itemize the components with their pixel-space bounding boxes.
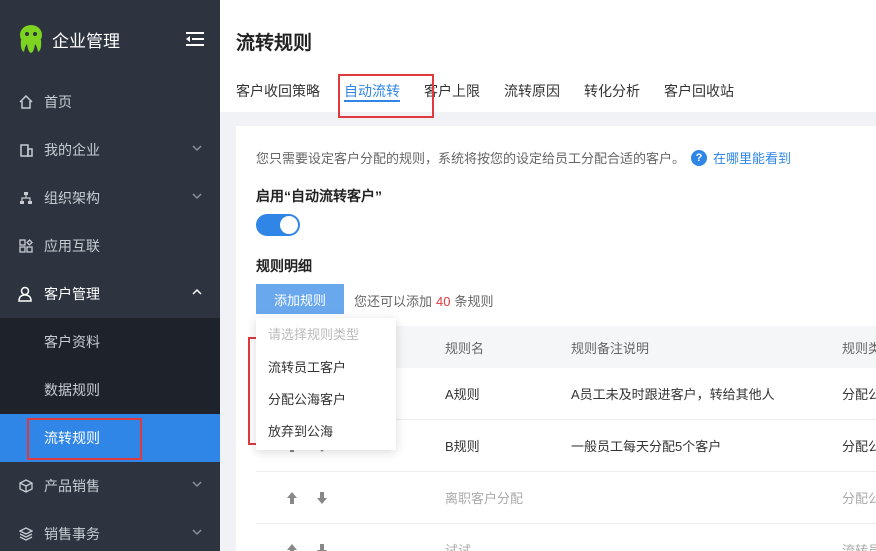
- submenu-item-flow-rules[interactable]: 流转规则: [0, 414, 220, 462]
- description: 您只需要设定客户分配的规则，系统将按您的设定给员工分配合适的客户。 ? 在哪里能…: [256, 148, 791, 167]
- box-icon: [18, 478, 34, 494]
- cell-rule-name: 离职客户分配: [445, 491, 524, 506]
- cell-rule-type: 分配公: [842, 491, 876, 506]
- sidebar: 企业管理 首页 我的企业 组织架构 应用互联 客户管理 客户资料 数据规则 流转…: [0, 0, 220, 551]
- chevron-down-icon: [192, 529, 202, 536]
- brand-header: 企业管理: [0, 0, 220, 78]
- remaining-suffix: 条规则: [454, 294, 494, 309]
- header-rule-desc: 规则备注说明: [571, 340, 650, 356]
- dropdown-placeholder: 请选择规则类型: [268, 327, 360, 342]
- cell-rule-type: 流转员: [842, 543, 876, 551]
- sidebar-item-label: 首页: [44, 94, 72, 110]
- sidebar-item-label: 我的企业: [44, 142, 100, 158]
- org-chart-icon: [18, 190, 34, 206]
- sidebar-item-label: 产品销售: [44, 478, 100, 494]
- question-icon: ?: [691, 149, 708, 166]
- add-rule-button[interactable]: 添加规则: [256, 284, 344, 314]
- sidebar-item-label: 应用互联: [44, 238, 100, 254]
- row-sort-controls: [286, 491, 328, 505]
- row-sort-controls: [286, 543, 328, 551]
- brand-name: 企业管理: [52, 31, 120, 51]
- sidebar-item-home[interactable]: 首页: [0, 78, 220, 126]
- submenu-item-customer-profile[interactable]: 客户资料: [0, 318, 220, 366]
- help-link-text: 在哪里能看到: [713, 151, 792, 166]
- collapse-menu-icon[interactable]: [186, 32, 204, 46]
- tab-customer-limit[interactable]: 客户上限: [424, 70, 480, 112]
- cell-rule-name: A规则: [445, 387, 480, 402]
- arrow-up-icon[interactable]: [286, 543, 298, 551]
- sidebar-item-label: 客户管理: [44, 286, 100, 302]
- table-row[interactable]: 试试 流转员: [256, 524, 876, 551]
- sidebar-item-sales-affairs[interactable]: 销售事务: [0, 510, 220, 551]
- tab-flow-reason[interactable]: 流转原因: [504, 70, 560, 112]
- toggle-knob: [280, 216, 298, 234]
- arrow-down-icon[interactable]: [316, 543, 328, 551]
- submenu-item-data-rules[interactable]: 数据规则: [0, 366, 220, 414]
- cell-rule-desc: 一般员工每天分配5个客户: [571, 439, 722, 454]
- dropdown-option-assign-pool[interactable]: 分配公海客户: [256, 384, 396, 416]
- chevron-down-icon: [192, 145, 202, 152]
- chevron-down-icon: [192, 481, 202, 488]
- main-content: 流转规则 客户收回策略 自动流转 客户上限 流转原因 转化分析 客户回收站 您只…: [220, 0, 876, 551]
- remaining-prefix: 您还可以添加: [354, 294, 433, 309]
- sidebar-item-label: 组织架构: [44, 190, 100, 206]
- customer-submenu: 客户资料 数据规则 流转规则: [0, 318, 220, 462]
- sidebar-item-apps[interactable]: 应用互联: [0, 222, 220, 270]
- dropdown-option-flow-employee[interactable]: 流转员工客户: [256, 352, 396, 384]
- help-link[interactable]: ? 在哪里能看到: [691, 148, 791, 167]
- sidebar-item-label: 销售事务: [44, 526, 100, 542]
- tab-recall-strategy[interactable]: 客户收回策略: [236, 70, 320, 112]
- remaining-count: 40: [436, 294, 451, 309]
- sidebar-item-org[interactable]: 组织架构: [0, 174, 220, 222]
- cell-rule-type: 分配公: [842, 439, 876, 454]
- cell-rule-name: B规则: [445, 439, 480, 454]
- table-row[interactable]: 离职客户分配 分配公: [256, 472, 876, 524]
- remaining-rules-text: 您还可以添加 40 条规则: [354, 291, 494, 310]
- arrow-down-icon[interactable]: [316, 491, 328, 505]
- rule-detail-label: 规则明细: [256, 258, 312, 274]
- section-gutter: [220, 112, 236, 551]
- tab-recycle-bin[interactable]: 客户回收站: [664, 70, 734, 112]
- cell-rule-type: 分配公: [842, 387, 876, 402]
- section-divider: [220, 112, 876, 126]
- chevron-down-icon: [192, 193, 202, 200]
- enable-auto-flow-toggle[interactable]: [256, 214, 300, 236]
- chevron-up-icon: [192, 288, 202, 295]
- description-text: 您只需要设定客户分配的规则，系统将按您的设定给员工分配合适的客户。: [256, 151, 686, 166]
- user-icon: [18, 286, 34, 302]
- apps-icon: [18, 238, 34, 254]
- rule-type-dropdown: 请选择规则类型 流转员工客户 分配公海客户 放弃到公海: [256, 318, 396, 450]
- octopus-logo-icon: [20, 25, 42, 53]
- tab-conversion-analysis[interactable]: 转化分析: [584, 70, 640, 112]
- building-icon: [18, 142, 34, 158]
- sidebar-item-product-sales[interactable]: 产品销售: [0, 462, 220, 510]
- page-title: 流转规则: [236, 33, 313, 54]
- sidebar-item-customer-mgmt[interactable]: 客户管理: [0, 270, 220, 318]
- arrow-up-icon[interactable]: [286, 491, 298, 505]
- enable-auto-flow-label: 启用“自动流转客户”: [256, 188, 382, 204]
- tab-auto-flow[interactable]: 自动流转: [344, 70, 400, 112]
- dropdown-option-abandon-pool[interactable]: 放弃到公海: [256, 416, 396, 448]
- tab-bar: 客户收回策略 自动流转 客户上限 流转原因 转化分析 客户回收站: [236, 70, 758, 112]
- layers-icon: [18, 526, 34, 542]
- cell-rule-desc: A员工未及时跟进客户，转给其他人: [571, 387, 775, 402]
- header-rule-type: 规则类: [842, 340, 876, 356]
- sidebar-item-my-enterprise[interactable]: 我的企业: [0, 126, 220, 174]
- header-rule-name: 规则名: [445, 340, 485, 356]
- home-icon: [18, 94, 34, 110]
- cell-rule-name: 试试: [445, 543, 472, 551]
